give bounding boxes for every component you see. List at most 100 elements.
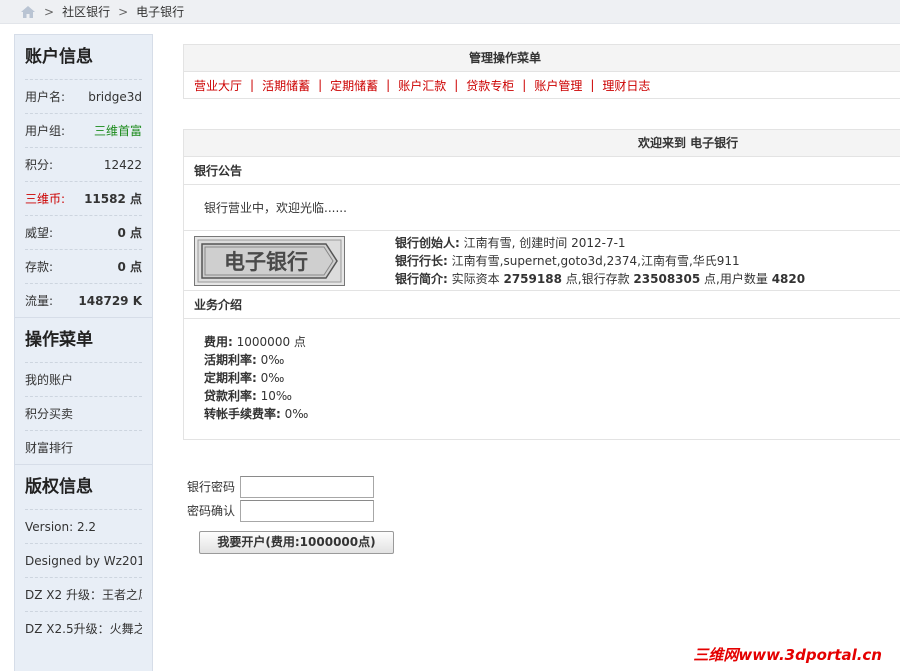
intro-text: 点,银行存款	[565, 271, 630, 286]
row-label: 流量:	[25, 294, 54, 308]
breadcrumb-separator: >	[44, 4, 55, 19]
row-value: 三维首富	[93, 124, 142, 138]
admin-menu-panel: 管理操作菜单 营业大厅 | 活期储蓄 | 定期储蓄 | 账户汇款 | 贷款专柜 …	[183, 44, 900, 99]
admin-menu-title: 管理操作菜单	[184, 45, 900, 72]
account-row-usergroup: 用户组: 三维首富	[25, 113, 142, 147]
business-details: 费用: 1000000 点 活期利率: 0‰ 定期利率: 0‰ 贷款利率: 10…	[184, 319, 900, 437]
account-info-section: 账户信息 用户名: bridge3d 用户组: 三维首富 积分: 12422 三…	[15, 35, 152, 317]
notice-text: 银行营业中，欢迎光临......	[184, 185, 900, 231]
account-row-traffic: 流量: 148729 K	[25, 283, 142, 317]
biz-row-current-rate: 活期利率: 0‰	[204, 351, 900, 369]
operation-menu-title: 操作菜单	[25, 330, 93, 350]
row-label: 用户名:	[25, 90, 66, 104]
breadcrumb-community-bank[interactable]: 社区银行	[62, 3, 110, 20]
open-account-button[interactable]: 我要开户(费用:1000000点)	[199, 531, 394, 554]
account-row-deposit: 存款: 0 点	[25, 249, 142, 283]
biz-value: 0‰	[260, 371, 285, 385]
menu-separator: |	[318, 78, 323, 92]
home-icon[interactable]	[20, 5, 36, 19]
menu-item-finance-log[interactable]: 理财日志	[602, 77, 650, 94]
intro-line: 银行简介: 实际资本 2759188 点,银行存款 23508305 点,用户数…	[395, 270, 805, 288]
admin-menu-bar: 营业大厅 | 活期储蓄 | 定期储蓄 | 账户汇款 | 贷款专柜 | 账户管理 …	[184, 72, 900, 98]
copyright-title: 版权信息	[25, 477, 93, 497]
copyright-version: Version: 2.2	[25, 509, 142, 543]
site-watermark: 三维网www.3dportal.cn	[693, 646, 882, 664]
copyright-designer: Designed by Wz2011...	[25, 543, 142, 577]
menu-separator: |	[250, 78, 255, 92]
menu-item-current-savings[interactable]: 活期储蓄	[262, 77, 310, 94]
menu-item-fixed-savings[interactable]: 定期储蓄	[330, 77, 378, 94]
row-value: bridge3d	[88, 89, 142, 104]
users-value: 4820	[771, 271, 806, 286]
biz-label: 定期利率:	[204, 371, 257, 385]
menu-item-loan-counter[interactable]: 贷款专柜	[466, 77, 514, 94]
copyright-section: 版权信息 Version: 2.2 Designed by Wz2011... …	[15, 465, 152, 645]
biz-row-fixed-rate: 定期利率: 0‰	[204, 369, 900, 387]
president-value: 江南有雪,supernet,goto3d,2374,江南有雪,华氏911	[451, 253, 740, 268]
password-label: 银行密码	[187, 480, 236, 494]
breadcrumb-separator: >	[118, 4, 129, 19]
row-label: 威望:	[25, 226, 54, 240]
breadcrumb: > 社区银行 > 电子银行	[0, 0, 900, 24]
copyright-x25-upgrade: DZ X2.5升级：火舞之家	[25, 611, 142, 645]
bank-password-input[interactable]	[240, 475, 374, 498]
founder-value: 江南有雪, 创建时间 2012-7-1	[463, 235, 626, 250]
biz-value: 0‰	[260, 353, 285, 367]
menu-separator: |	[522, 78, 527, 92]
row-value: 11582 点	[84, 192, 142, 206]
menu-separator: |	[590, 78, 595, 92]
intro-text: 点,用户数量	[704, 271, 768, 286]
menu-item-remittance[interactable]: 账户汇款	[398, 77, 446, 94]
president-line: 银行行长: 江南有雪,supernet,goto3d,2374,江南有雪,华氏9…	[395, 252, 805, 270]
sidebar-item-wealth-ranking[interactable]: 财富排行	[25, 430, 142, 464]
copyright-x2-upgrade: DZ X2 升级：王者之风	[25, 577, 142, 611]
open-account-form: 银行密码 密码确认	[187, 475, 374, 523]
menu-item-business-hall[interactable]: 营业大厅	[194, 77, 242, 94]
biz-row-transfer-fee: 转帐手续费率: 0‰	[204, 405, 900, 423]
biz-value: 0‰	[284, 407, 309, 421]
password-row: 银行密码	[187, 475, 374, 498]
breadcrumb-e-bank[interactable]: 电子银行	[136, 3, 184, 20]
menu-separator: |	[454, 78, 459, 92]
founder-label: 银行创始人:	[395, 235, 460, 250]
row-value: 0 点	[117, 260, 142, 274]
intro-label: 银行简介:	[395, 271, 448, 286]
operation-menu-section: 操作菜单 我的账户 积分买卖 财富排行	[15, 318, 152, 464]
deposit-value: 23508305	[633, 271, 701, 286]
row-value: 12422	[103, 157, 142, 172]
confirm-row: 密码确认	[187, 499, 374, 522]
account-info-title: 账户信息	[25, 47, 93, 67]
president-label: 银行行长:	[395, 253, 448, 268]
welcome-title: 欢迎来到 电子银行	[184, 130, 900, 157]
business-title: 业务介绍	[184, 291, 900, 319]
account-row-prestige: 威望: 0 点	[25, 215, 142, 249]
founder-line: 银行创始人: 江南有雪, 创建时间 2012-7-1	[395, 234, 805, 252]
account-row-coins: 三维币: 11582 点	[25, 181, 142, 215]
bank-details: 银行创始人: 江南有雪, 创建时间 2012-7-1 银行行长: 江南有雪,su…	[395, 234, 805, 288]
biz-value: 1000000 点	[236, 335, 306, 349]
bank-info: 电子银行 银行创始人: 江南有雪, 创建时间 2012-7-1 银行行长: 江南…	[184, 231, 900, 291]
sidebar-item-points-trade[interactable]: 积分买卖	[25, 396, 142, 430]
notice-title: 银行公告	[184, 157, 900, 185]
menu-separator: |	[386, 78, 391, 92]
bank-logo: 电子银行	[194, 235, 345, 286]
account-row-points: 积分: 12422	[25, 147, 142, 181]
row-label: 用户组:	[25, 124, 66, 138]
menu-item-account-manage[interactable]: 账户管理	[534, 77, 582, 94]
row-label: 存款:	[25, 260, 54, 274]
biz-label: 贷款利率:	[204, 389, 257, 403]
sidebar-item-my-account[interactable]: 我的账户	[25, 362, 142, 396]
row-label: 积分:	[25, 158, 54, 172]
biz-label: 活期利率:	[204, 353, 257, 367]
biz-row-fee: 费用: 1000000 点	[204, 333, 900, 351]
biz-label: 费用:	[204, 335, 233, 349]
row-value: 0 点	[117, 226, 142, 240]
capital-value: 2759188	[503, 271, 562, 286]
biz-value: 10‰	[260, 389, 293, 403]
password-confirm-input[interactable]	[240, 499, 374, 522]
biz-label: 转帐手续费率:	[204, 407, 281, 421]
account-row-username: 用户名: bridge3d	[25, 79, 142, 113]
welcome-panel: 欢迎来到 电子银行 银行公告 银行营业中，欢迎光临...... 电子银行 银行创…	[183, 129, 900, 440]
intro-text: 实际资本	[451, 271, 500, 286]
row-label: 三维币:	[25, 192, 66, 206]
